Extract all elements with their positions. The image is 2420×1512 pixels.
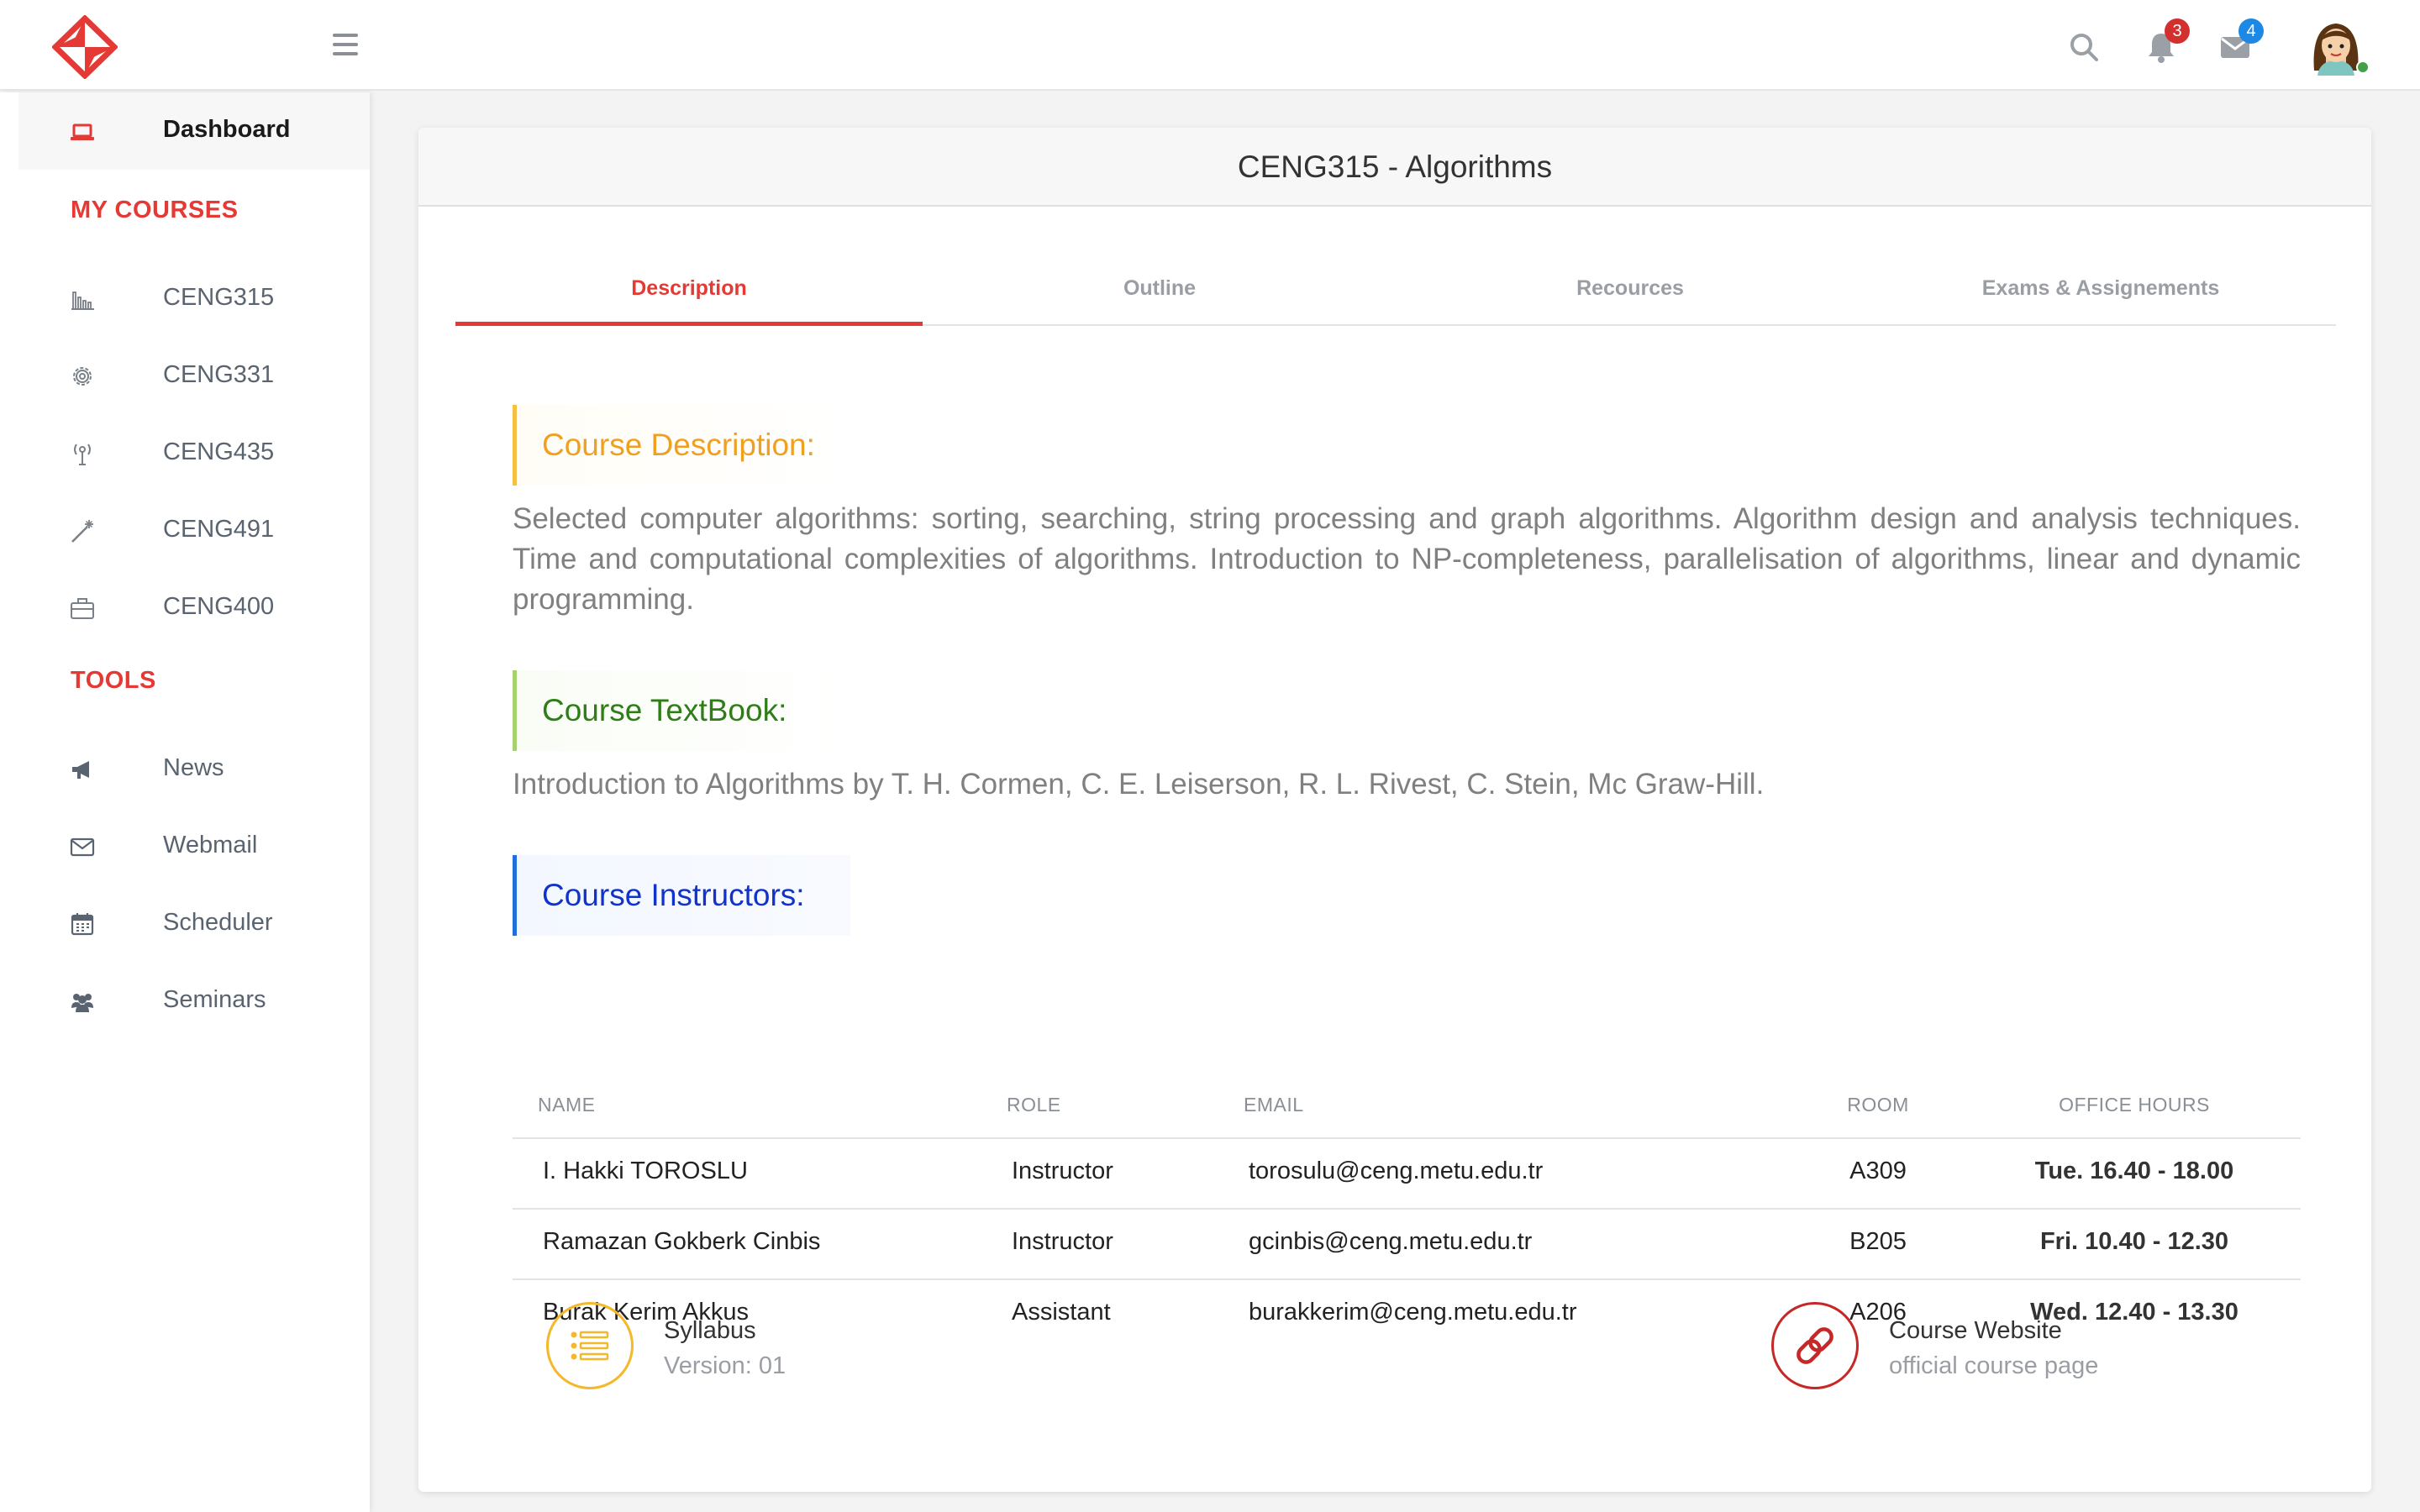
cell-email[interactable]: torosulu@ceng.metu.edu.tr [1249, 1158, 1543, 1185]
sidebar-item-ceng331[interactable]: CENG331 [18, 338, 370, 415]
cell-role: Instructor [1012, 1228, 1113, 1255]
column-header-email: EMAIL [1244, 1094, 1304, 1116]
course-textbook-heading: Course TextBook: [513, 670, 850, 751]
sidebar-item-label: CENG491 [163, 516, 275, 543]
sidebar-item-label: Dashboard [163, 116, 291, 143]
menu-toggle-button[interactable] [333, 34, 358, 55]
cell-office-hours: Tue. 16.40 - 18.00 [2034, 1158, 2234, 1184]
envelope-icon [70, 837, 95, 857]
website-title: Course Website [1889, 1317, 2062, 1344]
my-courses-section-title: MY COURSES [71, 197, 239, 223]
syllabus-version: Version: 01 [664, 1352, 786, 1379]
search-icon[interactable] [2067, 30, 2101, 64]
megaphone-icon [72, 761, 89, 779]
users-icon [71, 994, 93, 1012]
sidebar-item-label: CENG331 [163, 361, 275, 388]
sidebar-item-label: News [163, 754, 224, 781]
cell-name: I. Hakki TOROSLU [543, 1158, 748, 1184]
cell-office-hours: Fri. 10.40 - 12.30 [2039, 1228, 2229, 1255]
sidebar-item-label: CENG435 [163, 438, 275, 465]
column-header-room: ROOM [1847, 1094, 1909, 1116]
cell-email[interactable]: gcinbis@ceng.metu.edu.tr [1249, 1228, 1532, 1256]
course-card: CENG315 - Algorithms Description Outline… [418, 128, 2371, 1492]
sidebar-item-label: Webmail [163, 832, 258, 858]
cell-role: Assistant [1012, 1299, 1111, 1326]
cell-name: Ramazan Gokberk Cinbis [543, 1228, 821, 1255]
user-avatar[interactable] [2306, 15, 2370, 76]
bar-chart-icon [71, 291, 94, 310]
course-tabs: Description Outline Recources Exams & As… [455, 276, 2336, 326]
course-description-heading: Course Description: [513, 405, 850, 486]
column-header-office-hours: OFFICE HOURS [2059, 1094, 2210, 1116]
sidebar-item-ceng400[interactable]: CENG400 [18, 570, 370, 647]
tab-description[interactable]: Description [455, 276, 923, 326]
column-header-role: ROLE [1007, 1094, 1061, 1116]
messages-button[interactable]: 4 [2218, 18, 2264, 64]
course-textbook-text: Introduction to Algorithms by T. H. Corm… [513, 768, 1765, 801]
sidebar-item-ceng315[interactable]: CENG315 [18, 260, 370, 338]
tab-resources[interactable]: Recources [1397, 276, 1864, 326]
calendar-icon [71, 913, 94, 936]
message-count-badge: 4 [2238, 18, 2264, 44]
sidebar-item-webmail[interactable]: Webmail [18, 808, 370, 885]
website-subtitle: official course page [1889, 1352, 2099, 1379]
sidebar-item-ceng491[interactable]: CENG491 [18, 492, 370, 570]
syllabus-title: Syllabus [664, 1317, 756, 1344]
syllabus-icon-circle [546, 1302, 634, 1389]
cell-email[interactable]: burakkerim@ceng.metu.edu.tr [1249, 1299, 1577, 1326]
course-instructors-heading: Course Instructors: [513, 855, 850, 936]
tab-exams-assignments[interactable]: Exams & Assignements [1867, 276, 2334, 326]
sidebar-item-scheduler[interactable]: Scheduler [18, 885, 370, 963]
link-icon [1797, 1327, 1833, 1364]
sidebar-item-ceng435[interactable]: CENG435 [18, 415, 370, 492]
tab-outline[interactable]: Outline [926, 276, 1393, 326]
laptop-icon [71, 123, 94, 140]
sidebar-item-label: CENG400 [163, 593, 275, 620]
column-header-name: NAME [538, 1094, 596, 1116]
top-bar: 3 4 [0, 0, 2420, 91]
online-status-dot [2356, 60, 2370, 74]
sidebar-item-label: CENG315 [163, 284, 275, 311]
table-row: Ramazan Gokberk Cinbis Instructor gcinbi… [513, 1210, 2301, 1280]
course-description-text: Selected computer algorithms: sorting, s… [513, 502, 2301, 616]
sidebar: Dashboard MY COURSES CENG315 CENG331 CEN… [0, 92, 370, 1512]
course-title: CENG315 - Algorithms [418, 128, 2371, 207]
sidebar-item-seminars[interactable]: Seminars [18, 963, 370, 1040]
table-header-row: NAME ROLE EMAIL ROOM OFFICE HOURS [513, 1072, 2301, 1139]
table-row: I. Hakki TOROSLU Instructor torosulu@cen… [513, 1139, 2301, 1210]
website-icon-circle [1771, 1302, 1859, 1389]
site-logo[interactable] [52, 15, 118, 79]
sidebar-item-dashboard[interactable]: Dashboard [18, 92, 370, 170]
briefcase-icon [71, 598, 94, 619]
tools-section-title: TOOLS [71, 667, 156, 694]
list-icon [571, 1331, 609, 1361]
cell-room: B205 [1849, 1228, 1907, 1255]
cell-role: Instructor [1012, 1158, 1113, 1184]
cell-room: A309 [1849, 1158, 1907, 1184]
magic-wand-icon [71, 520, 93, 543]
syllabus-link[interactable]: Syllabus Version: 01 [546, 1302, 966, 1389]
sidebar-item-label: Scheduler [163, 909, 273, 936]
antenna-icon [74, 444, 91, 465]
course-website-link[interactable]: Course Website official course page [1771, 1302, 2191, 1389]
notifications-button[interactable]: 3 [2144, 18, 2190, 64]
notification-count-badge: 3 [2165, 18, 2190, 44]
sidebar-item-label: Seminars [163, 986, 266, 1013]
sidebar-item-news[interactable]: News [18, 731, 370, 808]
gear-icon [73, 367, 92, 386]
